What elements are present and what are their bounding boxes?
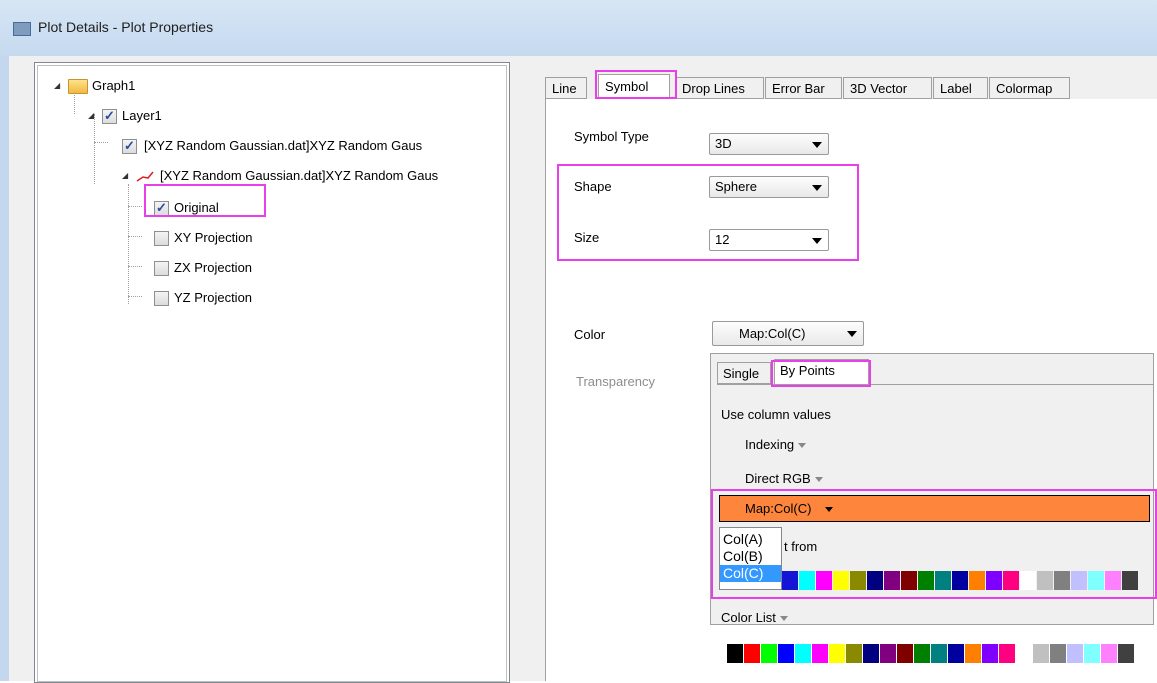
tree-label: Graph1 xyxy=(92,78,136,93)
yz-projection-checkbox[interactable] xyxy=(154,291,169,306)
chevron-down-icon xyxy=(814,477,823,483)
color-swatch[interactable] xyxy=(795,644,811,663)
color-swatch[interactable] xyxy=(880,644,896,663)
window-icon xyxy=(13,22,31,36)
color-swatch[interactable] xyxy=(727,644,743,663)
plot-tree[interactable]: ◢ Graph1 ◢ Layer1 [XYZ Random Gaussian.d… xyxy=(34,62,510,683)
color-swatch[interactable] xyxy=(965,644,981,663)
tree-inner: ◢ Graph1 ◢ Layer1 [XYZ Random Gaussian.d… xyxy=(37,65,507,682)
layer-checkbox[interactable] xyxy=(102,106,117,126)
tab-label[interactable]: Label xyxy=(933,77,988,99)
expand-icon[interactable]: ◢ xyxy=(122,166,128,186)
color-swatch[interactable] xyxy=(778,644,794,663)
tab-single[interactable]: Single xyxy=(717,362,771,384)
tab-colormap[interactable]: Colormap xyxy=(989,77,1070,99)
use-column-values-label: Use column values xyxy=(721,407,831,422)
highlight-by-points xyxy=(771,360,871,387)
tree-guide xyxy=(128,184,129,304)
color-swatch[interactable] xyxy=(863,644,879,663)
title-bar: Plot Details - Plot Properties xyxy=(0,0,1157,56)
tree-label: Layer1 xyxy=(122,108,162,123)
color-swatch[interactable] xyxy=(812,644,828,663)
color-swatch[interactable] xyxy=(1033,644,1049,663)
color-swatch[interactable] xyxy=(1084,644,1100,663)
color-list-item[interactable]: Color List xyxy=(721,610,788,625)
folder-icon xyxy=(68,79,88,94)
color-value: Map:Col(C) xyxy=(739,326,806,341)
color-swatch[interactable] xyxy=(931,644,947,663)
color-swatch[interactable] xyxy=(1118,644,1134,663)
tree-label: YZ Projection xyxy=(174,290,253,305)
indexing-label: Indexing xyxy=(745,437,795,452)
tree-guide xyxy=(128,266,142,267)
symbol-type-value: 3D xyxy=(715,136,732,151)
window-title: Plot Details - Plot Properties xyxy=(38,19,214,35)
plot-checkbox[interactable] xyxy=(122,136,137,156)
tree-label: XY Projection xyxy=(174,230,253,245)
highlight-symbol-tab xyxy=(595,70,677,99)
tree-label: [XYZ Random Gaussian.dat]XYZ Random Gaus xyxy=(160,168,439,183)
tab-3d-vector[interactable]: 3D Vector xyxy=(843,77,932,99)
tree-label: ZX Projection xyxy=(174,260,253,275)
highlight-map-col xyxy=(711,489,1157,599)
tree-guide xyxy=(128,206,142,207)
color-swatch[interactable] xyxy=(846,644,862,663)
chevron-down-icon xyxy=(779,616,788,622)
color-swatch[interactable] xyxy=(761,644,777,663)
symbol-type-label: Symbol Type xyxy=(574,129,649,144)
color-swatch[interactable] xyxy=(1067,644,1083,663)
color-swatch[interactable] xyxy=(744,644,760,663)
highlight-shape-size xyxy=(557,164,859,261)
tab-line[interactable]: Line xyxy=(545,77,587,99)
color-swatch[interactable] xyxy=(982,644,998,663)
zx-projection-checkbox[interactable] xyxy=(154,261,169,276)
color-swatch[interactable] xyxy=(914,644,930,663)
chevron-down-icon xyxy=(798,443,807,449)
color-dropdown[interactable]: Map:Col(C) xyxy=(712,321,864,346)
transparency-label: Transparency xyxy=(576,374,655,389)
color-swatch[interactable] xyxy=(1101,644,1117,663)
indexing-item[interactable]: Indexing xyxy=(745,437,807,452)
color-swatch[interactable] xyxy=(897,644,913,663)
tab-drop-lines[interactable]: Drop Lines xyxy=(675,77,764,99)
swatch-row-color-list[interactable] xyxy=(727,644,1135,663)
line-plot-icon xyxy=(136,171,154,182)
direct-rgb-item[interactable]: Direct RGB xyxy=(745,471,823,486)
color-swatch[interactable] xyxy=(829,644,845,663)
tree-guide xyxy=(94,142,108,143)
color-swatch[interactable] xyxy=(1016,644,1032,663)
color-swatch[interactable] xyxy=(999,644,1015,663)
color-swatch[interactable] xyxy=(1050,644,1066,663)
chevron-down-icon xyxy=(812,142,822,148)
tree-guide xyxy=(128,236,142,237)
color-list-label: Color List xyxy=(721,610,776,625)
tab-error-bar[interactable]: Error Bar xyxy=(765,77,842,99)
symbol-type-dropdown[interactable]: 3D xyxy=(709,133,829,155)
chevron-down-icon xyxy=(847,331,857,337)
tree-guide xyxy=(128,296,142,297)
color-swatch[interactable] xyxy=(948,644,964,663)
tree-label: [XYZ Random Gaussian.dat]XYZ Random Gaus xyxy=(144,138,423,153)
color-label: Color xyxy=(574,327,606,342)
window-frame-left xyxy=(0,56,9,681)
expand-icon[interactable]: ◢ xyxy=(88,106,94,126)
xy-projection-checkbox[interactable] xyxy=(154,231,169,246)
direct-rgb-label: Direct RGB xyxy=(745,471,811,486)
expand-icon[interactable]: ◢ xyxy=(54,76,60,96)
highlight-original xyxy=(144,184,266,217)
